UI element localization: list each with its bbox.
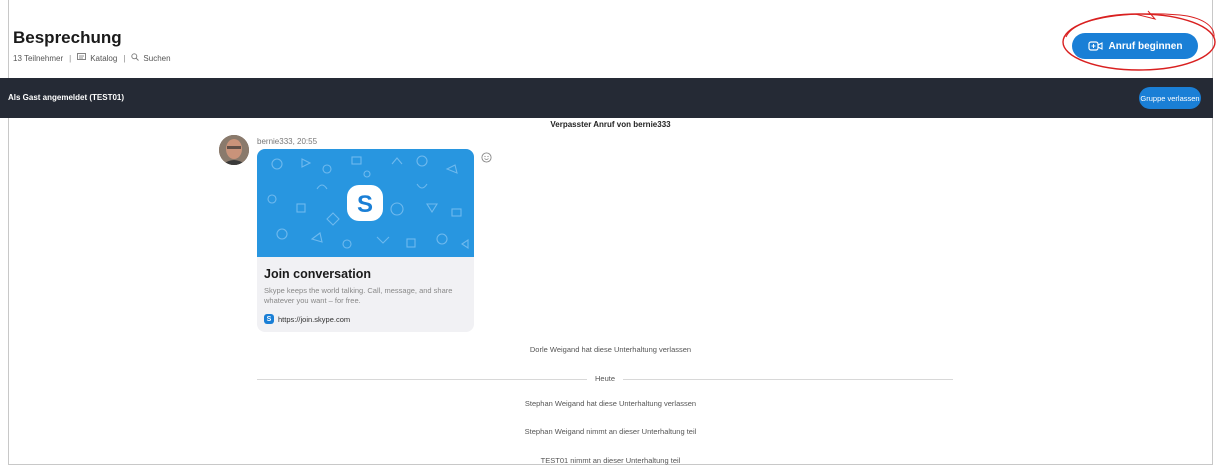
system-message: Stephan Weigand hat diese Unterhaltung v…: [524, 399, 697, 408]
search-link[interactable]: Suchen: [143, 54, 170, 63]
guest-bar: Als Gast angemeldet (TEST01) Gruppe verl…: [0, 78, 1213, 118]
separator: |: [123, 53, 126, 63]
system-message: TEST01 nimmt an dieser Unterhaltung teil: [540, 456, 681, 465]
missed-call-notice: Verpasster Anruf von bernie333: [550, 120, 671, 129]
conversation-title: Besprechung: [13, 28, 122, 47]
separator: |: [69, 53, 72, 63]
conversation-subline: 13 Teilnehmer | Katalog | Suchen: [13, 53, 171, 63]
card-link-url: https://join.skype.com: [278, 314, 351, 324]
search-icon: [131, 53, 140, 63]
system-message: Dorle Weigand hat diese Unterhaltung ver…: [529, 345, 692, 354]
skype-pattern-image: S: [257, 149, 474, 257]
guest-status: Als Gast angemeldet (TEST01): [8, 93, 125, 102]
conversation-header: Besprechung 13 Teilnehmer | Katalog | Su…: [0, 0, 1221, 78]
message-sender: bernie333, 20:55: [257, 137, 318, 146]
svg-text:S: S: [357, 191, 373, 218]
card-title: Join conversation: [264, 267, 371, 281]
start-call-label: Anruf beginnen: [1108, 40, 1183, 52]
leave-group-button[interactable]: Gruppe verlassen: [1139, 87, 1201, 109]
catalog-link[interactable]: Katalog: [90, 54, 117, 63]
participants-link[interactable]: 13 Teilnehmer: [13, 54, 63, 63]
date-divider-label: Heute: [257, 374, 953, 383]
video-call-icon: [1087, 40, 1103, 52]
emoji-reaction-icon[interactable]: [481, 150, 492, 163]
card-description: Skype keeps the world talking. Call, mes…: [264, 286, 453, 305]
date-divider: Heute: [257, 374, 953, 384]
card-link[interactable]: S https://join.skype.com: [264, 314, 350, 324]
link-preview-card[interactable]: S Join conversation Skype keeps the worl…: [257, 149, 474, 332]
catalog-icon: [77, 53, 87, 63]
skype-logo-icon: S: [264, 314, 274, 324]
avatar[interactable]: [219, 135, 249, 165]
start-call-button[interactable]: Anruf beginnen: [1072, 33, 1198, 59]
system-message: Stephan Weigand nimmt an dieser Unterhal…: [524, 427, 697, 436]
